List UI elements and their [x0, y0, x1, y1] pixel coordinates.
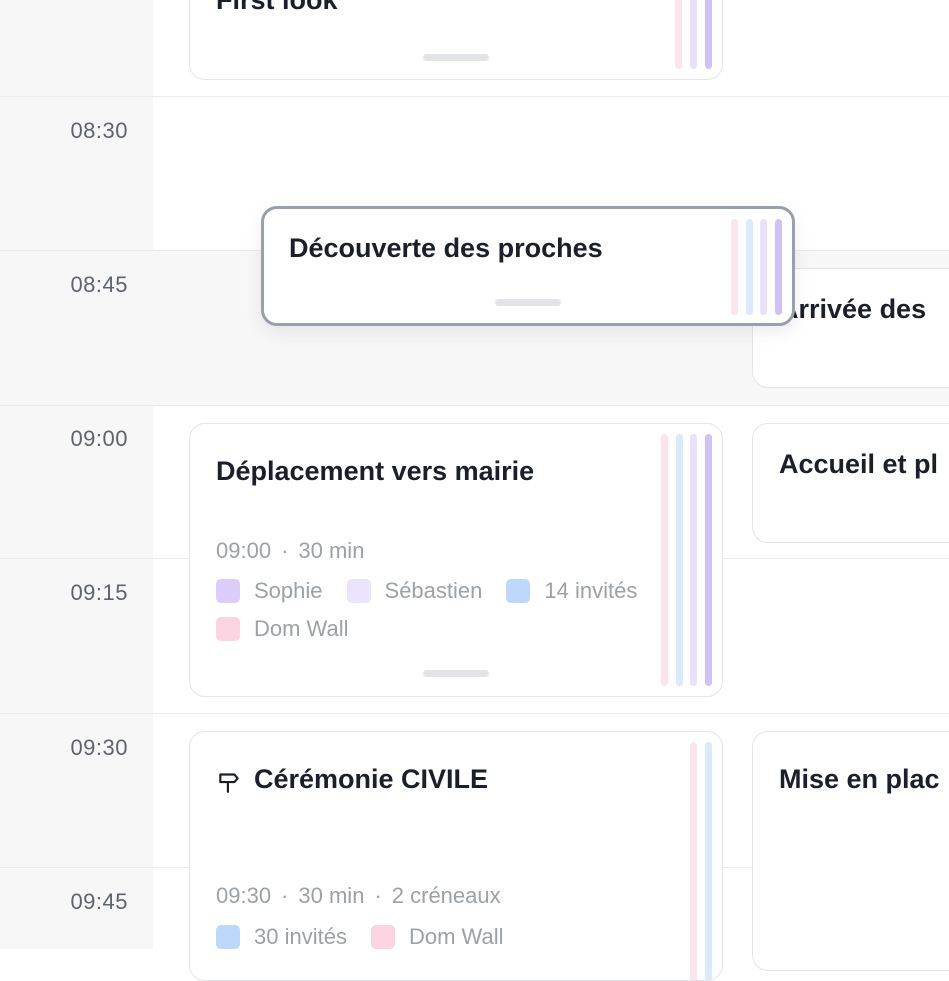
participant-bar	[705, 742, 712, 980]
event-title: Découverte des proches	[289, 233, 603, 263]
participant-name: 14 invités	[544, 578, 638, 603]
event-title: Accueil et pl	[779, 449, 939, 479]
participant-bar	[690, 0, 697, 69]
participant-bar	[746, 219, 753, 315]
participant-swatch	[216, 925, 240, 949]
participant-bar	[760, 219, 767, 315]
participant-list: 30 invités Dom Wall	[216, 924, 527, 950]
event-title: Cérémonie CIVILE	[254, 764, 489, 794]
participant-name: 30 invités	[254, 924, 347, 949]
participant-bar	[705, 0, 712, 69]
time-label: 08:30	[70, 118, 128, 143]
participant-bar	[676, 434, 683, 686]
participant-name: Dom Wall	[254, 616, 349, 641]
row-divider	[0, 405, 949, 406]
participant-bar	[661, 434, 668, 686]
participant-list: Dom Wall	[216, 616, 373, 642]
event-title: Mise en plac	[779, 764, 940, 794]
event-time: 09:00	[216, 538, 272, 563]
participant-bar	[690, 434, 697, 686]
participant-swatch	[216, 617, 240, 641]
event-card-deplacement[interactable]: Déplacement vers mairie 09:00 · 30 min Sop…	[189, 423, 723, 697]
event-title: Déplacement vers mairie	[216, 456, 535, 486]
time-label: 08:45	[70, 272, 128, 297]
event-card-mise-en-place[interactable]: Mise en plac	[752, 731, 949, 971]
participant-bar	[731, 219, 738, 315]
event-card-accueil[interactable]: Accueil et pl	[752, 423, 949, 543]
event-time: 09:30	[216, 883, 272, 908]
event-meta: 09:00 · 30 min	[216, 538, 365, 563]
participant-name: Sébastien	[384, 578, 483, 603]
row-divider	[0, 713, 949, 714]
participant-bar	[690, 742, 697, 980]
resize-handle[interactable]	[423, 54, 489, 61]
event-card-first-look[interactable]: First look	[189, 0, 723, 80]
time-label: 09:30	[70, 735, 128, 760]
participant-swatch	[346, 579, 371, 603]
participant-bar	[675, 0, 682, 69]
time-label: 09:45	[70, 889, 128, 914]
event-card-ceremonie[interactable]: Cérémonie CIVILE 09:30 · 30 min · 2 créneaux…	[189, 731, 723, 981]
event-duration: 30 min	[298, 538, 365, 563]
event-card-decouverte-dragging[interactable]: Découverte des proches	[261, 206, 795, 326]
row-divider	[0, 96, 949, 97]
time-label: 09:00	[70, 426, 128, 451]
event-title: First look	[216, 0, 338, 15]
participant-bar	[775, 219, 782, 315]
event-slots: 2 créneaux	[391, 883, 501, 908]
participant-swatch	[370, 925, 395, 949]
participant-name: Dom Wall	[408, 924, 504, 949]
participant-swatch	[216, 579, 240, 603]
event-meta: 09:30 · 30 min · 2 créneaux	[216, 883, 501, 908]
event-duration: 30 min	[298, 883, 365, 908]
resize-handle[interactable]	[495, 299, 561, 306]
time-label: 09:15	[70, 580, 128, 605]
participant-bar	[705, 434, 712, 686]
event-title: Arrivée des	[779, 294, 927, 324]
resize-handle[interactable]	[423, 670, 489, 677]
participant-name: Sophie	[254, 578, 323, 603]
participant-swatch	[506, 579, 531, 603]
participant-list: Sophie Sébastien 14 invités	[216, 578, 661, 604]
signpost-icon	[219, 773, 239, 793]
